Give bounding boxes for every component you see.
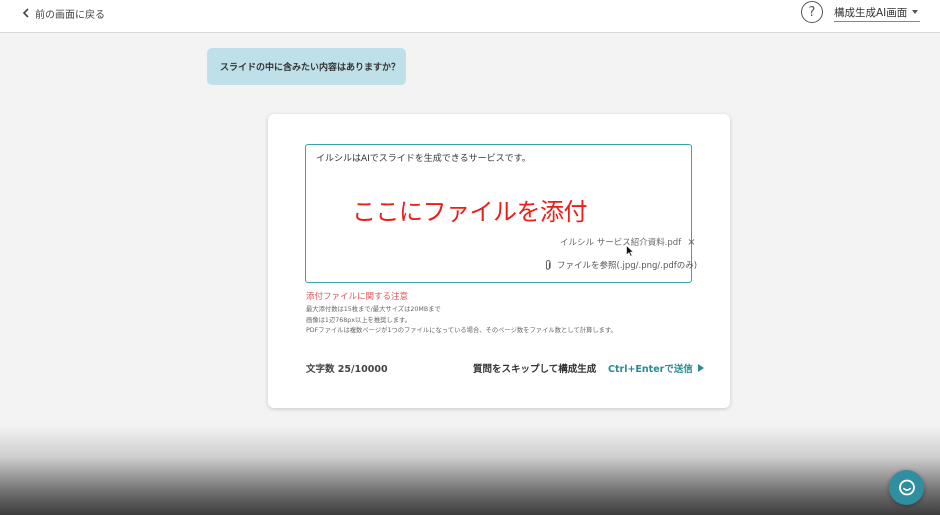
attachment-notes-title: 添付ファイルに関する注意 (306, 292, 409, 302)
paperclip-icon (545, 259, 551, 270)
play-triangle-icon (697, 364, 704, 372)
back-link-label: 前の画面に戻る (35, 9, 105, 21)
attach-here-annotation: ここにファイルを添付 (352, 198, 588, 226)
question-circle-icon[interactable]: ? (801, 1, 823, 23)
prompt-input-text: イルシルはAIでスライドを生成できるサービスです。 (316, 154, 531, 164)
char-count: 文字数 25/10000 (306, 364, 388, 375)
attachment-notes: 添付ファイルに関する注意 最大添付数は15枚まで/最大サイズは20MBまで 画像… (306, 290, 617, 337)
chevron-left-icon (22, 8, 29, 18)
browse-file-label: ファイルを参照(.jpg/.png/.pdfのみ) (557, 261, 698, 271)
assistant-question-text: スライドの中に含みたい内容はありますか？ (220, 63, 401, 73)
attached-file-name: イルシル サービス紹介資料.pdf (560, 238, 682, 248)
prompt-textarea[interactable]: イルシルはAIでスライドを生成できるサービスです。 ここにファイルを添付 イルシ… (305, 144, 697, 283)
browse-file-button[interactable]: ファイルを参照(.jpg/.png/.pdfのみ) (543, 259, 697, 271)
send-button-label: Ctrl+Enterで送信 (608, 364, 693, 375)
help-glyph: ? (808, 4, 816, 20)
attachment-note-line: 画像は1辺768px以上を推奨します。 (306, 316, 411, 324)
mode-select[interactable]: 構成生成AI画面 (834, 3, 920, 22)
close-icon[interactable]: × (687, 237, 695, 248)
skip-question-button[interactable]: 質問をスキップして構成生成 (473, 361, 596, 375)
assistant-question-bubble: スライドの中に含みたい内容はありますか？ (207, 48, 406, 85)
caret-down-icon (912, 10, 919, 14)
chat-bubble-icon (898, 479, 915, 495)
attachment-note-line: 最大添付数は15枚まで/最大サイズは20MBまで (306, 306, 441, 313)
send-button[interactable]: Ctrl+Enterで送信 (608, 361, 704, 375)
top-header: 前の画面に戻る ? 構成生成AI画面 (0, 0, 940, 33)
bottom-shade (0, 425, 940, 515)
composer-card: イルシルはAIでスライドを生成できるサービスです。 ここにファイルを添付 イルシ… (268, 114, 730, 408)
mouse-pointer-icon (626, 245, 634, 257)
back-link[interactable]: 前の画面に戻る (20, 5, 105, 21)
mode-select-value: 構成生成AI画面 (834, 6, 908, 19)
attachment-note-line: PDFファイルは複数ページが1つのファイルになっている場合、そのページ数をファイ… (306, 327, 617, 334)
chat-support-button[interactable] (889, 470, 924, 505)
